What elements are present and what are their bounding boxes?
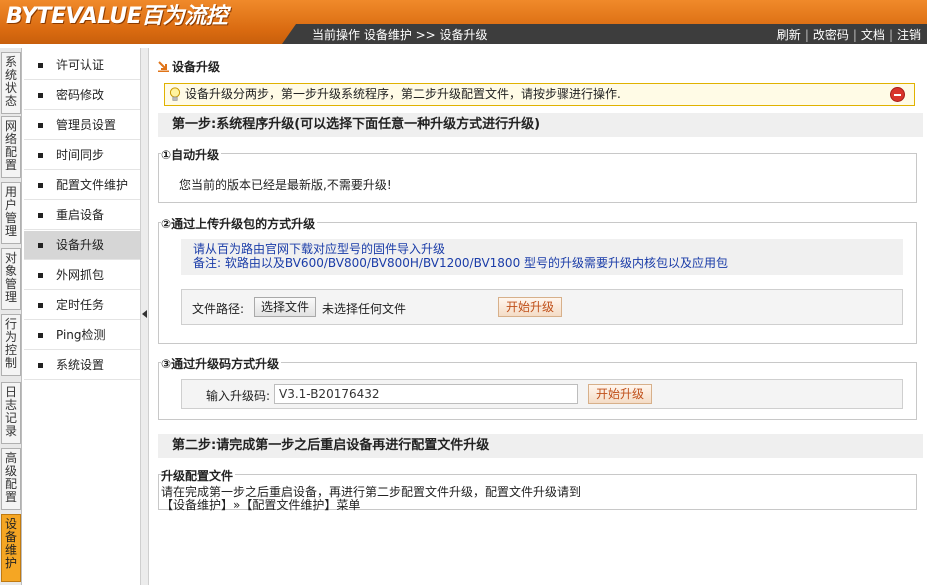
app-header: BYTEVALUE百为流控 当前操作 设备维护 >> 设备升级 刷新 | 改密码 | 文… [0,0,927,44]
subnav-item-label: 系统设置 [56,358,105,372]
lightbulb-icon [169,87,181,101]
notice-text: 设备升级分两步，第一步升级系统程序，第二步升级配置文件，请按步骤进行操作. [185,87,621,101]
subnav-item-label: 密码修改 [56,88,105,102]
subnav-item-time-sync[interactable]: 时间同步 [24,141,140,170]
upload-info-box: 请从百为路由官网下载对应型号的固件导入升级 备注: 软路由以及BV600/BV8… [181,239,903,275]
page-title: 设备升级 [158,58,220,75]
arrow-down-right-icon [158,61,169,72]
subnav-item-label: 许可认证 [56,58,105,72]
choose-file-button[interactable]: 选择文件 [254,297,316,317]
main-category-tabs: 系统状态 网络配置 用户管理 对象管理 行为控制 日志记录 高级配置 设备维护 [0,48,22,585]
logo: BYTEVALUE百为流控 [6,4,228,29]
upload-info-line2: 备注: 软路由以及BV600/BV800/BV800H/BV1200/BV180… [193,256,729,270]
subnav-item-admin[interactable]: 管理员设置 [24,111,140,140]
upgrade-code-input[interactable]: V3.1-B20176432 [274,384,578,404]
page-title-text: 设备升级 [172,60,221,74]
subnav-item-system-settings[interactable]: 系统设置 [24,351,140,380]
tab-user-management[interactable]: 用户管理 [1,182,21,244]
tab-behavior-control[interactable]: 行为控制 [1,314,21,376]
docs-link[interactable]: 文档 [861,28,885,42]
breadcrumb: 当前操作 设备维护 >> 设备升级 [312,28,488,42]
tab-log-records[interactable]: 日志记录 [1,382,21,444]
code-upgrade-section: ③通过升级码方式升级 输入升级码: V3.1-B20176432 开始升级 [158,355,917,420]
subnav-item-config-file[interactable]: 配置文件维护 [24,171,140,200]
tab-network-config[interactable]: 网络配置 [1,116,21,178]
subnav-item-label: 外网抓包 [56,268,105,282]
collapse-left-icon[interactable] [142,310,147,318]
bullet-icon [38,333,43,338]
subnav-item-label: 时间同步 [56,148,105,162]
upload-upgrade-section: ②通过上传升级包的方式升级 请从百为路由官网下载对应型号的固件导入升级 备注: … [158,215,917,344]
upload-info-line1: 请从百为路由官网下载对应型号的固件导入升级 [193,242,446,256]
close-icon[interactable] [890,87,905,102]
subnav-item-label: 配置文件维护 [56,178,129,192]
bullet-icon [38,153,43,158]
subnav-item-label: 定时任务 [56,298,105,312]
bullet-icon [38,63,43,68]
subnav-item-label: 管理员设置 [56,118,117,132]
config-upgrade-line2: 【设备维护】»【配置文件维护】菜单 [161,498,361,512]
subnav-item-upgrade[interactable]: 设备升级 [24,231,140,260]
bullet-icon [38,123,43,128]
top-links: 刷新 | 改密码 | 文档 | 注销 [776,28,921,42]
config-upgrade-section: 升级配置文件 请在完成第一步之后重启设备，再进行第二步配置文件升级，配置文件升级… [158,467,917,512]
bullet-icon [38,363,43,368]
logout-link[interactable]: 注销 [897,28,921,42]
config-upgrade-legend: 升级配置文件 [161,467,236,484]
subnav-item-ping[interactable]: Ping检测 [24,321,140,350]
header-bar: 当前操作 设备维护 >> 设备升级 刷新 | 改密码 | 文档 | 注销 [282,24,927,44]
auto-upgrade-section: ①自动升级 您当前的版本已经是最新版,不需要升级! [158,146,917,203]
subnav-item-schedule[interactable]: 定时任务 [24,291,140,320]
auto-upgrade-legend: ①自动升级 [161,146,222,163]
upgrade-code-label: 输入升级码: [206,389,271,403]
start-upload-upgrade-button[interactable]: 开始升级 [498,297,562,317]
auto-upgrade-message: 您当前的版本已经是最新版,不需要升级! [179,178,392,192]
bullet-icon [38,93,43,98]
bullet-icon [38,213,43,218]
subnav-item-password[interactable]: 密码修改 [24,81,140,110]
tab-device-maintenance[interactable]: 设备维护 [1,514,21,582]
code-upgrade-legend: ③通过升级码方式升级 [161,355,282,372]
no-file-text: 未选择任何文件 [322,302,407,316]
subnav-item-label: 设备升级 [56,238,105,252]
subnav-item-reboot[interactable]: 重启设备 [24,201,140,230]
subnav: 许可认证 密码修改 管理员设置 时间同步 配置文件维护 重启设备 设备升级 外网… [24,48,140,585]
file-path-label: 文件路径: [192,302,245,316]
upgrade-code-row: 输入升级码: V3.1-B20176432 开始升级 [181,379,903,409]
step1-header: 第一步:系统程序升级(可以选择下面任意一种升级方式进行升级) [158,113,923,137]
tab-system-status[interactable]: 系统状态 [1,52,21,114]
tab-object-management[interactable]: 对象管理 [1,248,21,310]
subnav-item-capture[interactable]: 外网抓包 [24,261,140,290]
start-code-upgrade-button[interactable]: 开始升级 [588,384,652,404]
bullet-icon [38,273,43,278]
step2-header: 第二步:请完成第一步之后重启设备再进行配置文件升级 [158,434,923,458]
notice-banner: 设备升级分两步，第一步升级系统程序，第二步升级配置文件，请按步骤进行操作. [164,83,915,106]
bullet-icon [38,183,43,188]
upload-upgrade-legend: ②通过上传升级包的方式升级 [161,215,318,232]
main-content: 设备升级 设备升级分两步，第一步升级系统程序，第二步升级配置文件，请按步骤进行操… [152,48,927,585]
bullet-icon [38,243,43,248]
sidebar-splitter[interactable] [140,48,149,585]
subnav-item-license[interactable]: 许可认证 [24,51,140,80]
subnav-item-label: 重启设备 [56,208,105,222]
refresh-link[interactable]: 刷新 [777,28,801,42]
tab-advanced-config[interactable]: 高级配置 [1,448,21,510]
bullet-icon [38,303,43,308]
change-password-link[interactable]: 改密码 [813,28,849,42]
file-path-row: 文件路径: 选择文件 未选择任何文件 开始升级 [181,289,903,325]
subnav-item-label: Ping检测 [56,328,106,342]
